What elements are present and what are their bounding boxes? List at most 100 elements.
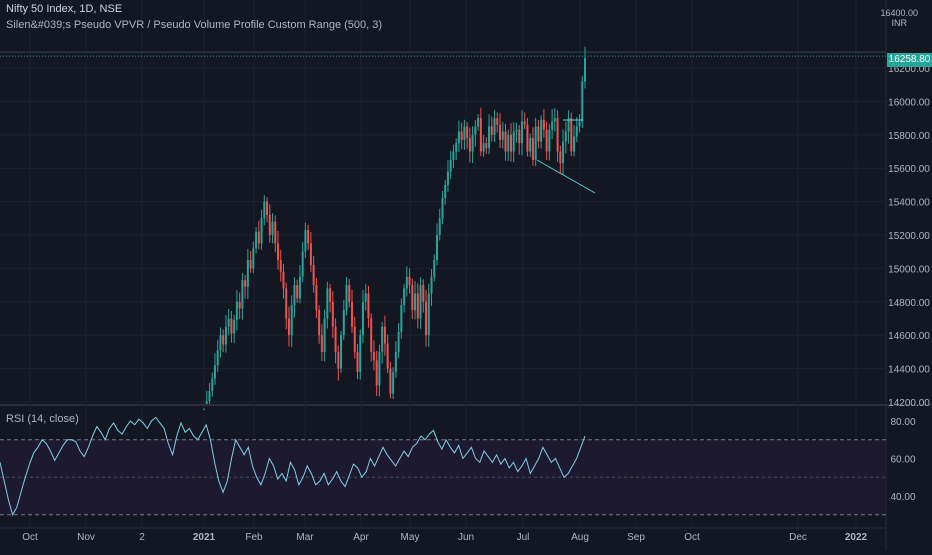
chart-title: Nifty 50 Index, 1D, NSE [6,3,123,15]
candle-body [553,118,556,122]
price-tick-label: 14200.00 [888,398,930,409]
candle-body [518,129,521,144]
candle-body [356,351,359,372]
candle-body [394,351,397,372]
candle-body [425,301,428,336]
candle-body [468,138,471,152]
candle-body [499,124,502,140]
currency-box: 16400.00 INR [880,8,918,28]
candle-body [520,121,523,144]
candle-body [584,58,586,82]
candle-body [274,221,277,244]
price-tick-label: 14800.00 [888,298,930,309]
candle-body [460,131,463,140]
candle-body [386,343,389,369]
candle-body [257,231,260,244]
candle-body [351,301,354,327]
time-tick-label: May [401,532,420,543]
candle-body [315,285,318,311]
candle-body [507,134,510,152]
candle-body [479,118,482,152]
candle-body [235,301,238,321]
candle-body [496,118,499,125]
candle-body [383,326,386,344]
candle-body [457,131,460,144]
candle-body [444,184,447,199]
candle-body [411,285,414,311]
candle-body [548,129,551,152]
chart-svg: 16200.0016000.0015800.0015600.0015400.00… [0,0,932,550]
candle-body [361,301,364,336]
candle-body [529,138,532,152]
candle-body [381,326,384,352]
candle-body [268,214,271,235]
price-tick-label: 15200.00 [888,231,930,242]
candle-body [334,326,337,352]
candle-body [323,318,326,352]
rsi-tick-label: 60.00 [890,455,915,466]
candle-body [326,288,329,319]
candle-body [230,318,233,334]
candle-body [246,260,249,287]
candle-body [452,151,455,160]
candle-body [392,371,395,394]
last-price-tag: 16258.80 [887,53,932,67]
candle-body [509,134,512,152]
price-tick-label: 15000.00 [888,264,930,275]
chart-root[interactable]: 16200.00 16000.00 15800.00 15600.00 15400.00… [0,0,932,550]
candle-body [573,136,576,152]
rsi-tick-label: 40.00 [890,492,915,503]
candle-body [340,335,343,369]
candle-body [485,143,488,149]
candle-body [466,126,469,139]
candle-body [285,288,288,319]
price-tick-label: 15800.00 [888,131,930,142]
candle-body [471,134,474,152]
candle-body [490,126,493,135]
time-tick-label: Sep [627,532,645,543]
candle-body [203,408,205,410]
price-tick-label: 14400.00 [888,365,930,376]
candle-body [216,350,219,366]
candle-body [389,368,392,394]
price-tick-label: 14600.00 [888,331,930,342]
candle-body [378,351,381,386]
candle-body [367,293,370,319]
candle-body [414,293,417,311]
candle-body [422,285,425,302]
candle-body [493,118,496,135]
candle-body [551,121,554,130]
candle-body [370,318,373,352]
candle-body [400,305,403,332]
candle-body [271,221,274,235]
candle-body [260,218,263,244]
candle-body [372,351,375,361]
candle-body [438,218,441,235]
candle-body [581,81,584,122]
candle-body [342,310,345,336]
candle-body [279,260,282,272]
candle-body [433,260,436,277]
price-tick-label: 15400.00 [888,198,930,209]
time-tick-label: 2021 [193,532,216,543]
rsi-tick-label: 80.00 [890,417,915,428]
candle-body [364,293,367,302]
candle-body [564,131,567,142]
candle-body [449,159,452,172]
candle-body [542,119,545,130]
time-tick-label: Jun [458,532,474,543]
candle-body [477,118,480,127]
candle-body [293,285,296,306]
candle-body [290,305,293,336]
candle-body [504,131,507,152]
candle-body [512,131,515,152]
candle-body [397,331,400,352]
candle-body [208,391,211,402]
time-tick-label: 2 [139,532,145,543]
price-tick-label: 16000.00 [888,97,930,108]
time-tick-label: Feb [245,532,263,543]
candle-body [403,288,406,306]
candle-body [238,301,241,309]
candle-body [515,129,518,132]
candle-body [244,280,247,287]
